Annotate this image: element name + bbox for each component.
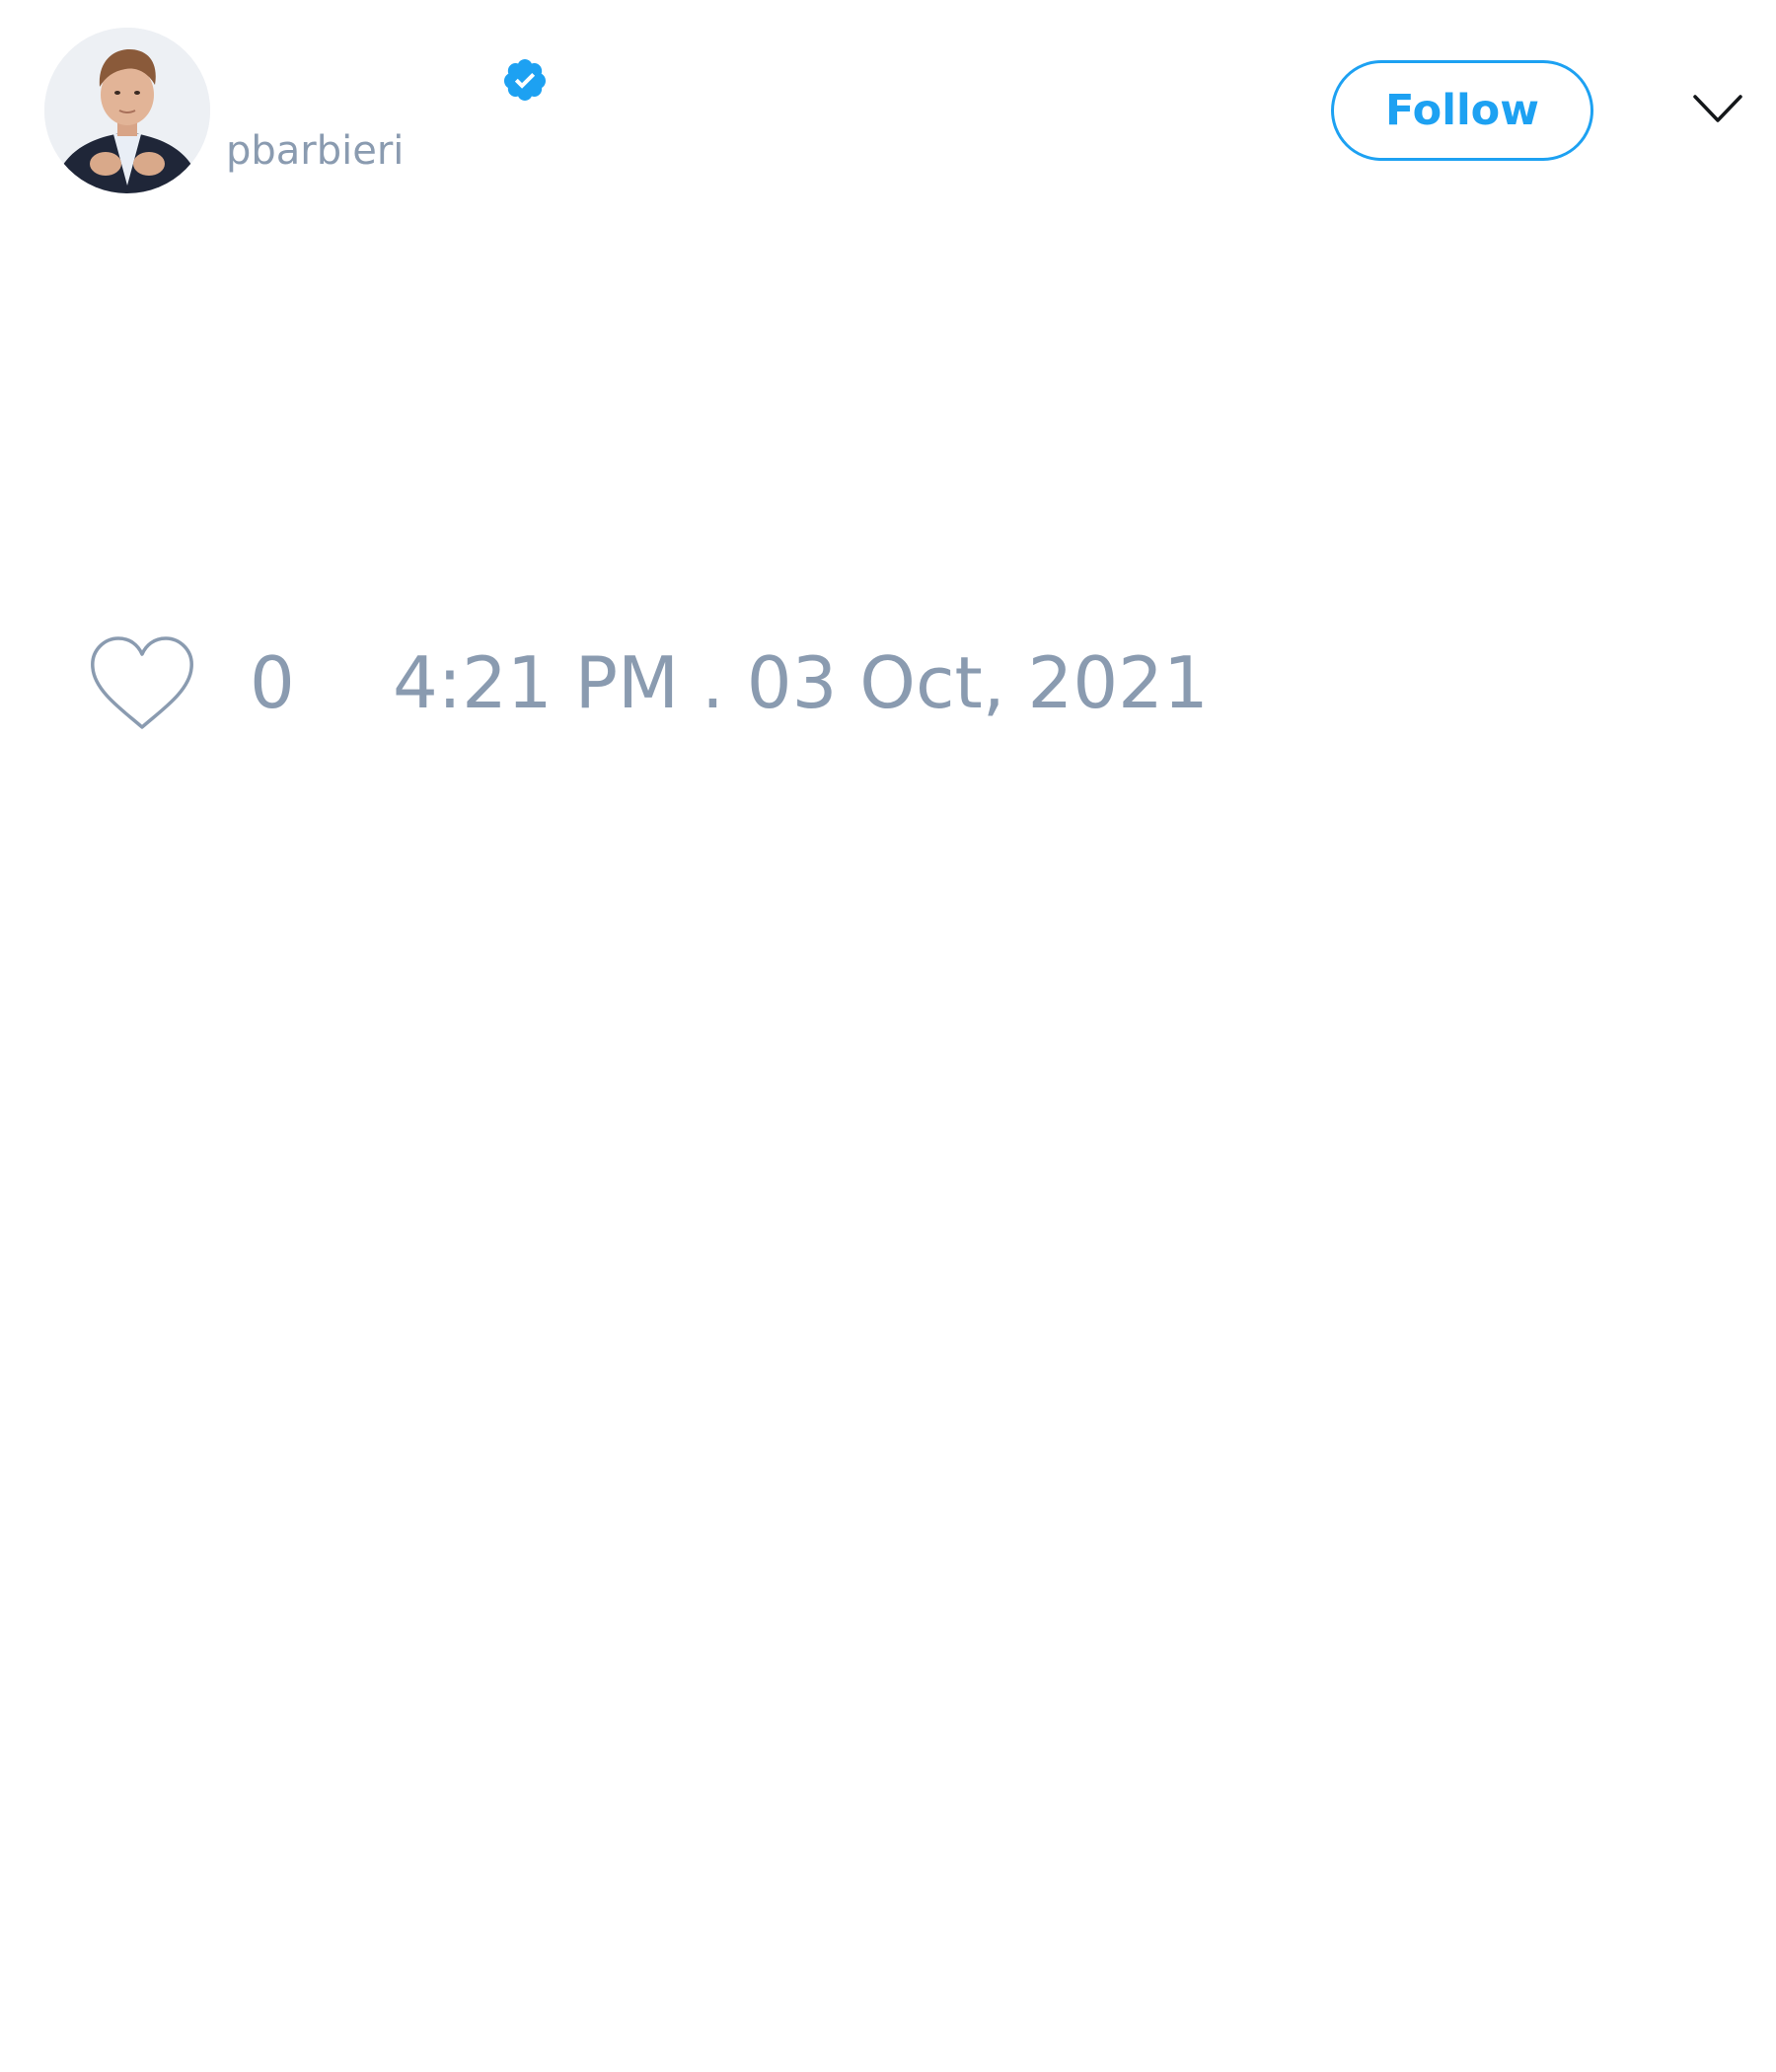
chevron-down-icon[interactable] <box>1692 91 1743 126</box>
heart-icon[interactable] <box>89 634 195 733</box>
tweet-timestamp[interactable]: 4:21 PM . 03 Oct, 2021 <box>393 641 1209 724</box>
tweet-card: pbarbieri Follow 0 4:21 PM . 03 Oct, 202… <box>0 0 1776 2072</box>
verified-badge-icon <box>503 59 546 101</box>
follow-button[interactable]: Follow <box>1331 60 1593 161</box>
like-count: 0 <box>250 641 295 724</box>
handle[interactable]: pbarbieri <box>226 126 404 176</box>
profile-photo-image <box>44 28 210 193</box>
avatar[interactable] <box>44 28 210 193</box>
